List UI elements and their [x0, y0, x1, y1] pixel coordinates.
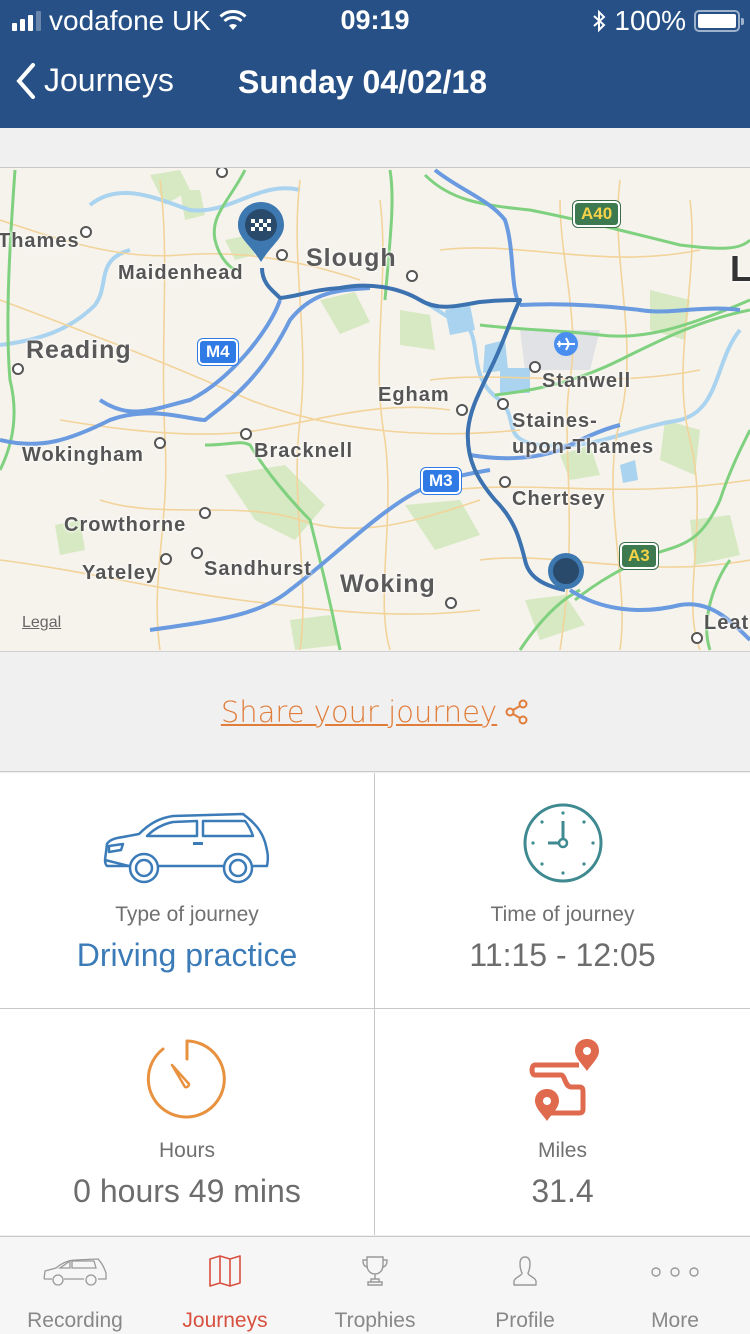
map-label: Thames — [0, 230, 80, 252]
chevron-left-icon — [16, 62, 35, 99]
route-icon — [529, 1039, 599, 1121]
legal-link[interactable]: Legal — [22, 614, 61, 632]
map-label: Slough — [306, 244, 397, 272]
map-label: upon-Thames — [512, 436, 655, 458]
back-label: Journeys — [44, 62, 174, 98]
tab-label: More — [651, 1309, 699, 1332]
battery-percent: 100% — [614, 5, 686, 36]
car-icon — [43, 1258, 107, 1286]
tab-label: Recording — [27, 1309, 123, 1332]
stat-label: Miles — [537, 1139, 587, 1162]
start-point-marker[interactable] — [548, 553, 584, 589]
back-button[interactable]: Journeys — [16, 62, 174, 99]
finish-flag-marker[interactable] — [236, 200, 286, 269]
tab-label: Trophies — [334, 1309, 416, 1332]
stat-miles: Miles 31.4 — [375, 1009, 750, 1235]
stat-hours: Hours 0 hours 49 mins — [0, 1009, 375, 1235]
trophy-icon — [362, 1256, 388, 1286]
tab-trophies[interactable]: Trophies — [300, 1237, 450, 1334]
stat-time-of-journey: Time of journey 11:15 - 12:05 — [375, 773, 750, 1009]
share-icon[interactable] — [505, 699, 529, 725]
stat-label: Type of journey — [115, 903, 259, 926]
stat-label: Time of journey — [490, 903, 635, 926]
person-icon — [513, 1256, 537, 1286]
map-label: Bracknell — [254, 440, 354, 462]
road-badge-m4: M4 — [198, 339, 238, 365]
journey-map[interactable]: Thames Maidenhead Slough Reading Egham S… — [0, 168, 750, 652]
tab-journeys[interactable]: Journeys — [150, 1237, 300, 1334]
map-label: Sandhurst — [204, 558, 312, 580]
more-icon — [651, 1267, 699, 1277]
road-badge-a40: A40 — [573, 201, 621, 227]
stat-value: 31.4 — [531, 1173, 594, 1209]
map-label: Woking — [340, 570, 436, 598]
share-row: Share your journey — [0, 652, 750, 772]
bluetooth-icon — [593, 9, 606, 33]
map-label: Wokingham — [22, 444, 144, 466]
stat-label: Hours — [158, 1139, 216, 1162]
stat-value: 0 hours 49 mins — [73, 1173, 301, 1209]
car-icon — [103, 812, 270, 884]
road-badge-m3: M3 — [421, 468, 461, 494]
clock-icon — [523, 803, 602, 883]
tab-label: Profile — [495, 1309, 555, 1332]
map-label: Maidenhead — [118, 262, 244, 284]
map-label: Staines- — [512, 410, 598, 432]
stat-value: 11:15 - 12:05 — [469, 937, 656, 973]
map-label: Crowthorne — [64, 514, 187, 536]
navigation-bar: Journeys Sunday 04/02/18 — [0, 40, 750, 128]
tab-bar: Recording Journeys Trophies Profile More — [0, 1236, 750, 1334]
tab-more[interactable]: More — [600, 1237, 750, 1334]
airport-icon — [554, 332, 578, 356]
map-label: Reading — [26, 336, 132, 364]
map-top-spacer — [0, 128, 750, 168]
map-label: Egham — [378, 384, 450, 406]
stat-type-of-journey: Type of journey Driving practice — [0, 773, 375, 1009]
page-title: Sunday 04/02/18 — [238, 64, 488, 100]
journey-stats-grid: Type of journey Driving practice Time of… — [0, 773, 750, 1235]
map-label: L — [730, 248, 750, 290]
stopwatch-icon — [146, 1039, 226, 1119]
stat-value: Driving practice — [76, 937, 298, 973]
map-label: Chertsey — [512, 488, 606, 510]
share-journey-link[interactable]: Share your journey — [221, 695, 497, 729]
map-icon — [209, 1255, 241, 1287]
finish-flag-icon — [238, 202, 284, 262]
tab-recording[interactable]: Recording — [0, 1237, 150, 1334]
map-label: Leat — [704, 612, 750, 634]
map-label: Yateley — [82, 562, 158, 584]
tab-profile[interactable]: Profile — [450, 1237, 600, 1334]
road-badge-a3: A3 — [620, 543, 658, 569]
tab-label: Journeys — [182, 1309, 268, 1332]
map-label: Stanwell — [542, 370, 632, 392]
status-bar: vodafone UK 09:19 100% — [0, 0, 750, 40]
battery-icon — [694, 10, 744, 32]
